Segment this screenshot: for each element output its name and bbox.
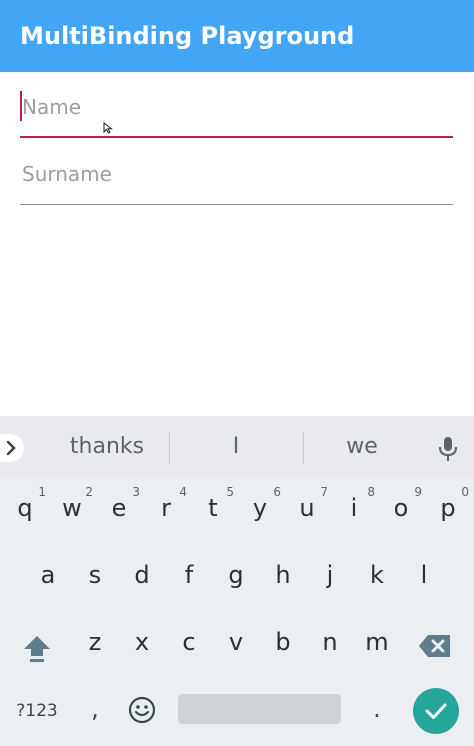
key-letter: f <box>184 561 194 589</box>
key-p[interactable]: p0 <box>425 478 471 534</box>
name-field[interactable]: Name <box>20 88 453 138</box>
mouse-cursor-icon <box>103 122 113 134</box>
key-e[interactable]: e3 <box>96 478 142 534</box>
key-z[interactable]: z <box>72 612 118 668</box>
key-letter: g <box>228 561 244 589</box>
suggestion-divider <box>169 432 170 464</box>
key-d[interactable]: d <box>119 545 165 601</box>
key-number-hint: 4 <box>179 485 187 499</box>
period-key[interactable]: . <box>364 694 390 728</box>
key-letter: s <box>88 561 102 589</box>
done-button[interactable] <box>413 688 459 734</box>
app-bar: MultiBinding Playground <box>0 0 474 72</box>
shift-icon[interactable] <box>22 634 52 664</box>
key-letter: x <box>134 628 150 656</box>
suggestion-divider <box>303 432 304 464</box>
key-f[interactable]: f <box>166 545 212 601</box>
key-v[interactable]: v <box>213 612 259 668</box>
suggestion-1[interactable]: thanks <box>40 430 174 464</box>
emoji-icon[interactable] <box>128 696 156 724</box>
comma-key[interactable]: , <box>82 694 108 728</box>
key-letter: d <box>134 561 150 589</box>
suggestion-2[interactable]: I <box>175 430 297 464</box>
chevron-right-icon <box>6 440 16 456</box>
key-g[interactable]: g <box>213 545 259 601</box>
key-letter: j <box>326 561 334 589</box>
key-i[interactable]: i8 <box>331 478 377 534</box>
backspace-icon[interactable] <box>418 634 452 658</box>
key-letter: b <box>275 628 291 656</box>
key-a[interactable]: a <box>25 545 71 601</box>
mic-icon[interactable] <box>437 436 459 462</box>
key-s[interactable]: s <box>72 545 118 601</box>
key-k[interactable]: k <box>354 545 400 601</box>
key-letter: z <box>88 628 102 656</box>
suggestion-3[interactable]: we <box>310 430 414 464</box>
key-m[interactable]: m <box>354 612 400 668</box>
key-letter: v <box>228 628 244 656</box>
key-letter: l <box>420 561 428 589</box>
key-b[interactable]: b <box>260 612 306 668</box>
key-l[interactable]: l <box>401 545 447 601</box>
key-number-hint: 9 <box>414 485 422 499</box>
key-number-hint: 7 <box>320 485 328 499</box>
key-y[interactable]: y6 <box>237 478 283 534</box>
suggestion-bar: thanks I we <box>0 416 474 478</box>
key-c[interactable]: c <box>166 612 212 668</box>
key-number-hint: 2 <box>85 485 93 499</box>
key-number-hint: 1 <box>38 485 46 499</box>
key-letter: h <box>275 561 291 589</box>
name-field-underline <box>20 136 453 138</box>
app-title: MultiBinding Playground <box>20 22 355 50</box>
surname-field[interactable]: Surname <box>20 155 453 205</box>
key-j[interactable]: j <box>307 545 353 601</box>
key-u[interactable]: u7 <box>284 478 330 534</box>
key-o[interactable]: o9 <box>378 478 424 534</box>
key-number-hint: 8 <box>367 485 375 499</box>
key-letter: c <box>182 628 196 656</box>
key-h[interactable]: h <box>260 545 306 601</box>
key-number-hint: 5 <box>226 485 234 499</box>
key-letter: k <box>370 561 384 589</box>
key-q[interactable]: q1 <box>2 478 48 534</box>
name-placeholder: Name <box>22 95 82 119</box>
key-n[interactable]: n <box>307 612 353 668</box>
key-x[interactable]: x <box>119 612 165 668</box>
key-letter: a <box>40 561 56 589</box>
key-letter: m <box>365 628 389 656</box>
key-number-hint: 0 <box>461 485 469 499</box>
key-w[interactable]: w2 <box>49 478 95 534</box>
surname-field-underline <box>20 204 453 205</box>
key-number-hint: 3 <box>132 485 140 499</box>
surname-placeholder: Surname <box>22 162 112 186</box>
symbols-key[interactable]: ?123 <box>10 698 64 724</box>
key-letter: n <box>322 628 338 656</box>
key-t[interactable]: t5 <box>190 478 236 534</box>
suggestion-expand-button[interactable] <box>0 434 24 462</box>
key-number-hint: 6 <box>273 485 281 499</box>
space-bar[interactable] <box>178 694 341 724</box>
checkmark-icon <box>425 703 447 719</box>
key-r[interactable]: r4 <box>143 478 189 534</box>
